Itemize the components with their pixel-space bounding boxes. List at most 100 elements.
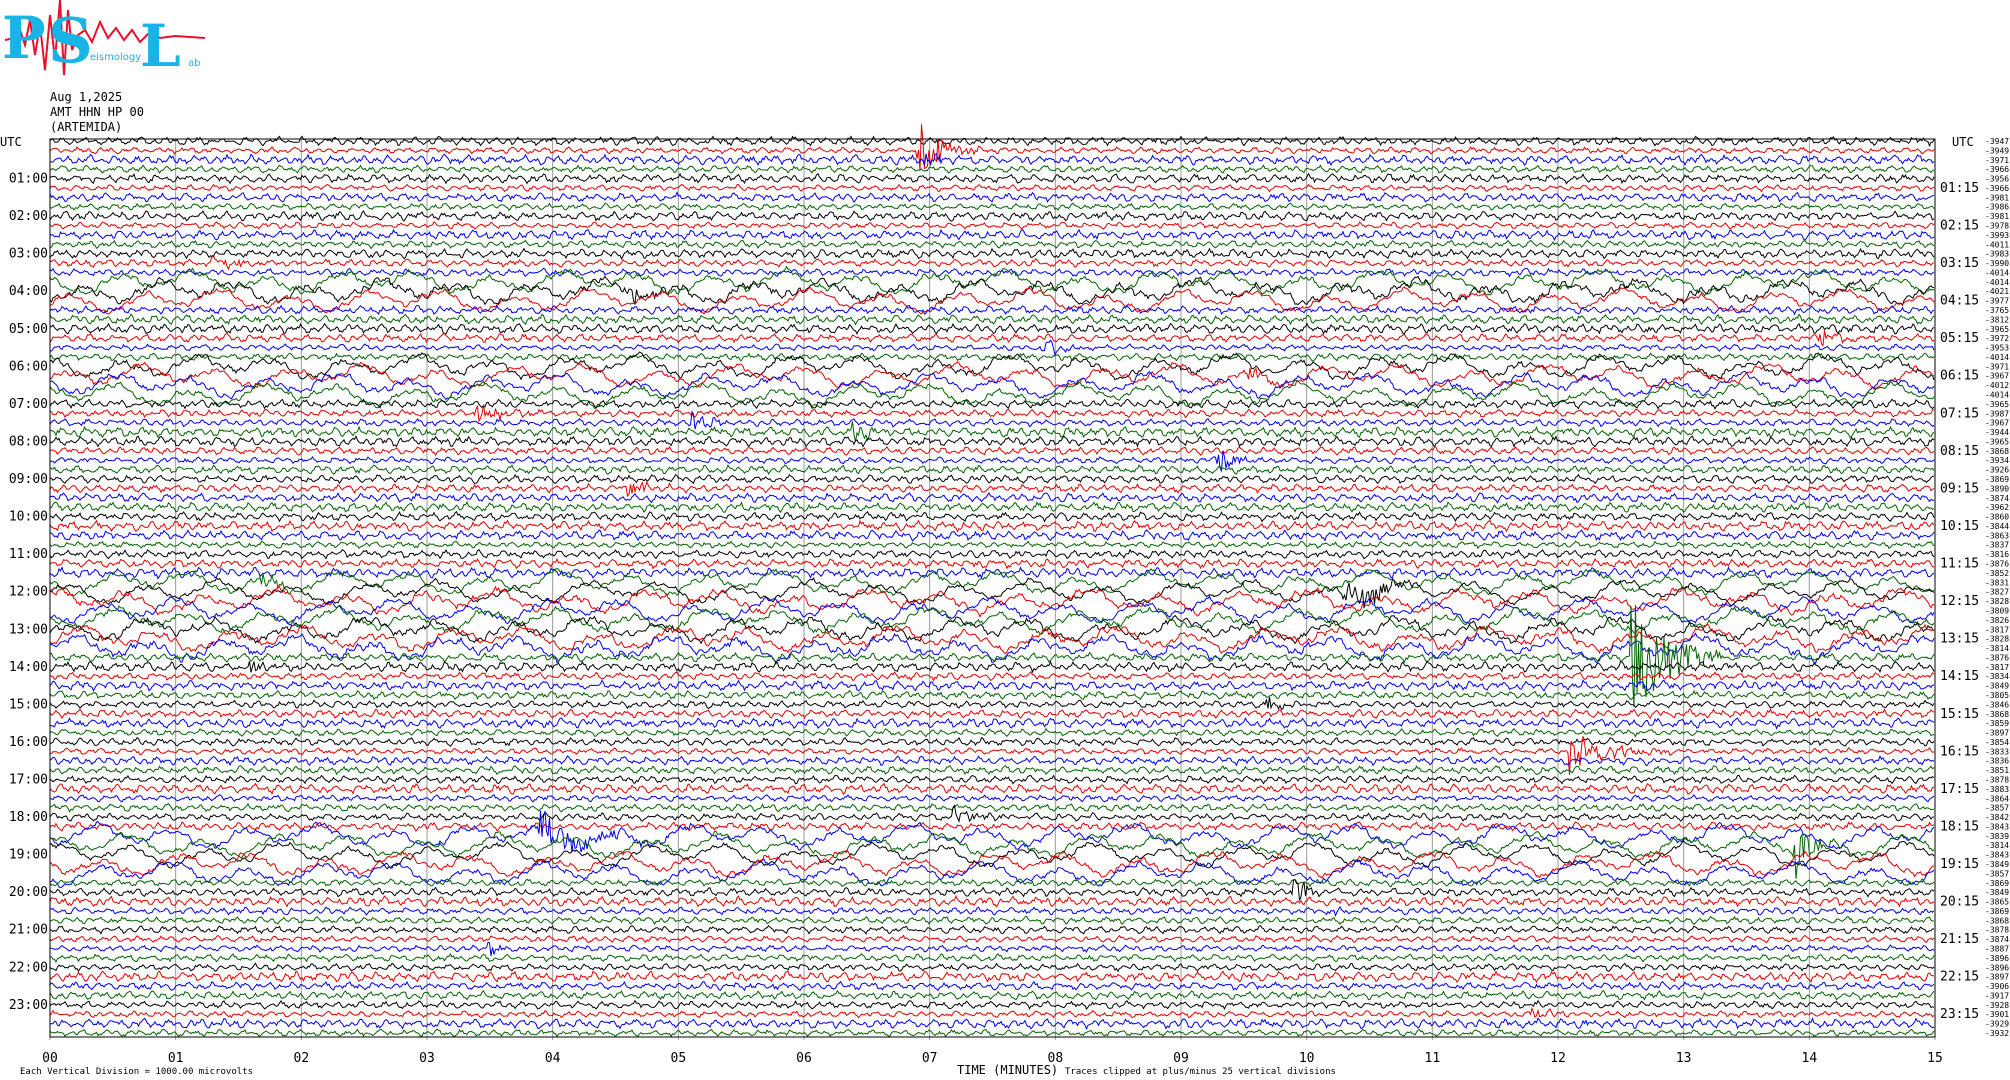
x-tick-label: 05: [671, 1051, 687, 1066]
left-hour-label: 10:00: [9, 510, 48, 525]
seismic-trace: [49, 435, 1935, 449]
trace-offset-label: -3765: [1985, 306, 2009, 315]
seismic-traces: [49, 124, 1935, 1038]
seismic-trace: [49, 849, 1935, 879]
trace-offset-label: -3869: [1985, 907, 2009, 916]
left-hour-label: 22:00: [9, 960, 48, 975]
right-hour-label: 08:15: [1940, 444, 1979, 459]
seismic-trace: [49, 941, 1935, 957]
seismic-trace: [49, 500, 1935, 514]
right-hour-label: 15:15: [1940, 707, 1979, 722]
seismic-trace: [49, 557, 1935, 570]
seismic-trace: [49, 404, 1935, 423]
trace-offset-label: -3817: [1985, 625, 2009, 634]
left-hour-label: 03:00: [9, 247, 48, 262]
trace-offset-label: -3817: [1985, 663, 2009, 672]
seismic-trace: [49, 210, 1935, 222]
left-axis-utc-label: UTC: [0, 135, 22, 149]
trace-offset-label: -3831: [1985, 578, 2009, 587]
seismic-trace: [49, 322, 1935, 335]
x-tick-label: 01: [168, 1051, 184, 1066]
trace-offset-label: -4014: [1985, 353, 2009, 362]
seismic-trace: [49, 464, 1935, 476]
trace-offset-label: -3844: [1985, 522, 2009, 531]
trace-offset-label: -3990: [1985, 259, 2009, 268]
left-hour-label: 16:00: [9, 735, 48, 750]
right-hour-label: 20:15: [1940, 895, 1979, 910]
trace-offset-label: -4014: [1985, 278, 2009, 287]
trace-offset-label: -3965: [1985, 437, 2009, 446]
trace-offset-label: -3837: [1985, 541, 2009, 550]
trace-offset-label: -3981: [1985, 193, 2009, 202]
trace-offset-label: -4021: [1985, 287, 2009, 296]
trace-offset-label: -3836: [1985, 757, 2009, 766]
seismic-trace: [49, 708, 1935, 720]
seismic-trace: [49, 736, 1935, 747]
left-hour-label: 06:00: [9, 359, 48, 374]
seismic-trace: [49, 878, 1935, 888]
x-tick-label: 09: [1173, 1051, 1189, 1066]
seismic-trace: [49, 202, 1935, 212]
right-hour-label: 23:15: [1940, 1007, 1979, 1022]
right-hour-label: 01:15: [1940, 181, 1979, 196]
trace-offset-label: -3865: [1985, 898, 2009, 907]
left-hour-label: 13:00: [9, 622, 48, 637]
trace-offset-label: -3928: [1985, 1001, 2009, 1010]
footer-clip-note: Traces clipped at plus/minus 25 vertical…: [1065, 1067, 1336, 1077]
left-hour-label: 04:00: [9, 284, 48, 299]
seismic-trace: [49, 480, 1935, 498]
seismic-trace: [49, 689, 1935, 701]
x-tick-label: 14: [1802, 1051, 1818, 1066]
trace-offset-label: -3890: [1985, 484, 2009, 493]
trace-offset-label: -3978: [1985, 222, 2009, 231]
trace-offset-label: -3897: [1985, 729, 2009, 738]
seismic-trace: [49, 339, 1935, 357]
x-tick-label: 03: [419, 1051, 435, 1066]
right-hour-label: 21:15: [1940, 932, 1979, 947]
seismic-trace: [49, 970, 1935, 984]
trace-offset-label: -3874: [1985, 935, 2009, 944]
trace-offset-label: -3953: [1985, 344, 2009, 353]
right-hour-label: 16:15: [1940, 744, 1979, 759]
trace-offset-label: -3868: [1985, 916, 2009, 925]
trace-offset-label: -3849: [1985, 682, 2009, 691]
seismic-trace: [49, 164, 1935, 174]
x-tick-label: 15: [1927, 1051, 1943, 1066]
right-hour-label: 17:15: [1940, 782, 1979, 797]
right-hour-label: 06:15: [1940, 369, 1979, 384]
seismic-trace: [49, 221, 1935, 230]
seismic-trace: [49, 793, 1935, 803]
trace-offset-label: -3809: [1985, 606, 2009, 615]
left-hour-label: 01:00: [9, 172, 48, 187]
trace-offset-label: -4014: [1985, 391, 2009, 400]
seismic-trace: [49, 716, 1935, 730]
seismic-trace: [49, 445, 1935, 457]
trace-offset-label: -3851: [1985, 766, 2009, 775]
footer-xlabel: TIME (MINUTES): [957, 1063, 1058, 1077]
trace-offset-label: -3897: [1985, 973, 2009, 982]
left-hour-label: 07:00: [9, 397, 48, 412]
trace-offset-label: -3852: [1985, 569, 2009, 578]
x-tick-label: 12: [1550, 1051, 1566, 1066]
trace-offset-label: -3883: [1985, 785, 2009, 794]
seismic-trace: [49, 764, 1935, 776]
left-hour-label: 12:00: [9, 585, 48, 600]
trace-offset-label: -3833: [1985, 747, 2009, 756]
trace-offset-label: -3814: [1985, 644, 2009, 653]
trace-offset-label: -4014: [1985, 268, 2009, 277]
trace-offset-label: -3860: [1985, 513, 2009, 522]
trace-offset-label: -3967: [1985, 419, 2009, 428]
trace-offset-label: -3859: [1985, 719, 2009, 728]
left-hour-label: 11:00: [9, 547, 48, 562]
trace-offset-label: -3869: [1985, 475, 2009, 484]
trace-offset-label: -3863: [1985, 531, 2009, 540]
trace-offset-label: -3896: [1985, 963, 2009, 972]
trace-offset-label: -4011: [1985, 240, 2009, 249]
right-hour-label: 10:15: [1940, 519, 1979, 534]
x-tick-label: 04: [545, 1051, 561, 1066]
seismic-trace: [49, 934, 1935, 944]
right-hour-label: 13:15: [1940, 632, 1979, 647]
seismic-trace: [49, 605, 1935, 636]
trace-offset-label: -3864: [1985, 794, 2009, 803]
seismic-trace: [49, 962, 1935, 973]
